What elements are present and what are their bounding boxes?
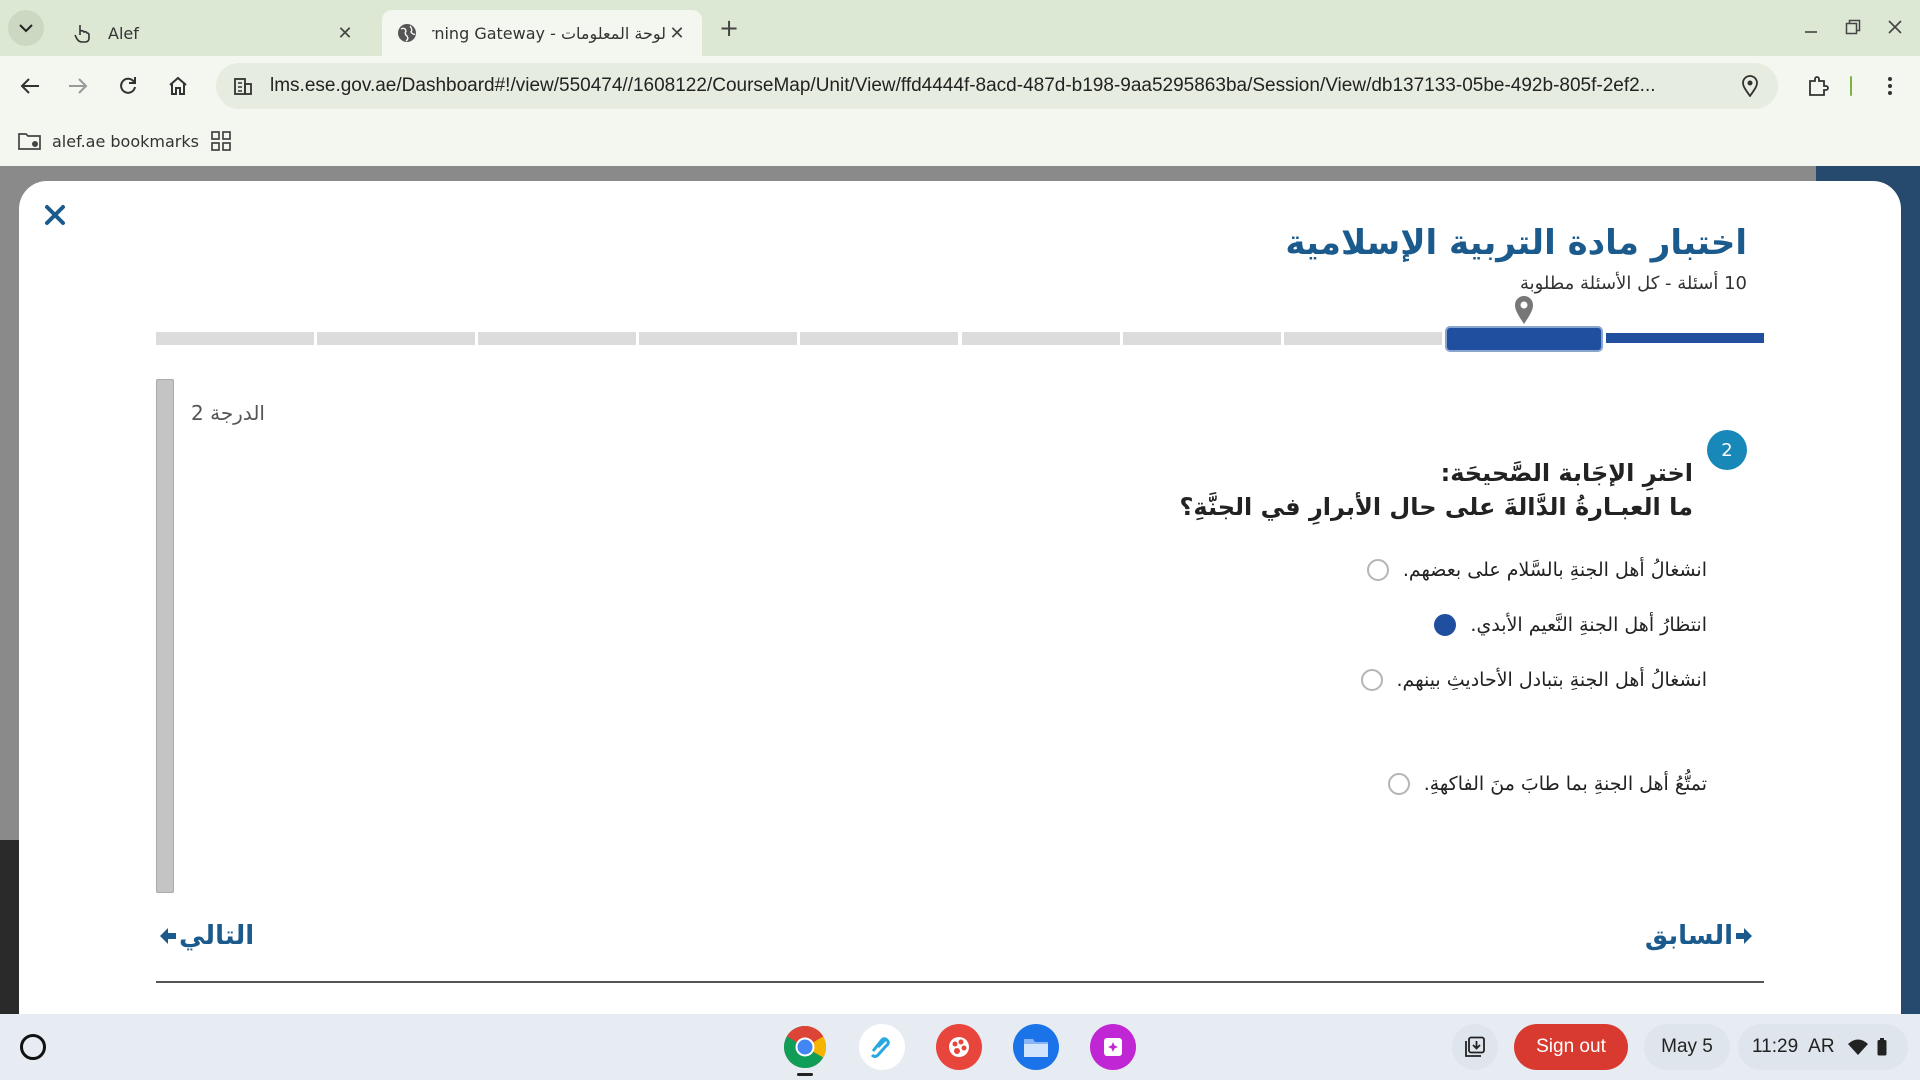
holding-space-icon[interactable] [1452,1024,1498,1070]
answer-option[interactable]: انشغالُ أهل الجنةِ بالسَّلام على بعضهم. [1353,553,1707,587]
score-label: الدرجة 2 [191,401,265,425]
more-vertical-icon [1888,77,1892,95]
progress-segment [639,332,798,345]
close-tab-icon[interactable]: ✕ [666,23,688,44]
date-tray[interactable]: May 5 [1644,1024,1730,1070]
next-button[interactable]: التالي [157,919,254,953]
radio-button[interactable] [1387,773,1410,795]
progress-segment [317,332,476,345]
bookmark-folder-label: alef.ae bookmarks [52,131,199,151]
backdrop-side-panel [0,840,20,1014]
restore-icon[interactable] [1836,12,1870,42]
system-shelf: Sign out May 5 11:29 AR [0,1014,1920,1080]
files-icon[interactable] [1013,1024,1059,1070]
browser-menu-button[interactable] [1872,68,1908,104]
tab-learning-gateway[interactable]: لوحة المعلومات - Learning Gateway ✕ [382,10,702,56]
home-button[interactable] [160,68,196,104]
progress-segment [961,332,1120,345]
question-number-badge: 2 [1707,430,1747,470]
puzzle-icon [1809,76,1829,96]
url-text: lms.ese.gov.ae/Dashboard#!/view/550474//… [270,75,1656,96]
arrow-left-icon [20,78,39,94]
arrow-right-icon [1733,925,1755,947]
score-panel [156,379,174,893]
divider [156,981,1764,983]
globe-icon [396,22,418,44]
next-label: التالي [179,921,255,951]
clock-label: 11:29 [1752,1036,1799,1057]
wifi-icon [1847,1039,1868,1055]
tab-alef[interactable]: Alef ✕ [58,10,370,56]
close-window-icon[interactable] [1878,12,1912,42]
answer-option[interactable]: تمتُّعُ أهل الجنةِ بما طابَ منَ الفاكهةِ… [1374,767,1707,801]
answer-option[interactable]: انتظارُ أهل الجنةِ النَّعيم الأبدي. [1420,608,1707,642]
minimize-icon[interactable] [1794,12,1828,42]
quiz-title: اختبار مادة التربية الإسلامية [1285,223,1747,263]
sign-out-button[interactable]: Sign out [1514,1024,1628,1070]
quiz-subtitle: 10 أسئلة - كل الأسئلة مطلوبة [1519,273,1747,294]
managed-folder-icon [18,131,42,151]
arrow-right-icon [69,78,88,94]
browser-toolbar: lms.ese.gov.ae/Dashboard#!/view/550474//… [0,56,1920,116]
location-pin-icon[interactable] [1738,74,1762,98]
question-instruction: اخترِ الإجَابة الصَّحيحَة: [1440,459,1693,487]
radio-button-selected[interactable] [1434,614,1457,636]
question-text: ما العبـارةُ الدَّالةَ على حال الأبرارِ … [1179,493,1693,521]
reload-button[interactable] [110,68,146,104]
reload-icon [120,77,136,94]
progress-segment [156,332,315,345]
current-position-pin-icon [1513,295,1535,325]
quiz-modal: اختبار مادة التربية الإسلامية 10 أسئلة -… [19,181,1901,1014]
radio-button[interactable] [1366,559,1389,581]
new-tab-button[interactable]: + [714,14,744,44]
link-app-icon[interactable] [859,1024,905,1070]
gallery-app-icon[interactable] [1090,1024,1136,1070]
answer-option[interactable]: انشغالُ أهل الجنةِ بتبادل الأحاديثِ بينه… [1347,663,1707,697]
hand-pointer-icon [72,22,94,44]
chevron-down-icon [19,24,33,33]
close-tab-icon[interactable]: ✕ [334,23,356,44]
question-progress-bar [156,296,1764,352]
answer-option-text: انشغالُ أهل الجنةِ بتبادل الأحاديثِ بينه… [1396,669,1707,691]
date-label: May 5 [1661,1036,1713,1057]
tab-title: لوحة المعلومات - Learning Gateway [432,23,666,43]
progress-segment-current [1444,326,1603,352]
tab-strip: Alef ✕ لوحة المعلومات - Learning Gateway… [0,0,1920,56]
answer-option-text: انشغالُ أهل الجنةِ بالسَّلام على بعضهم. [1402,559,1707,581]
tab-title: Alef [108,23,139,43]
previous-button[interactable]: السابق [1645,919,1755,953]
answer-option-text: انتظارُ أهل الجنةِ النَّعيم الأبدي. [1470,614,1707,636]
site-info-icon[interactable] [232,75,254,97]
progress-segment [1283,332,1442,345]
bookmark-folder[interactable]: alef.ae bookmarks [18,126,199,156]
canvas-app-icon[interactable] [936,1024,982,1070]
bookmarks-bar: alef.ae bookmarks [0,116,1920,166]
progress-segment-completed [1605,333,1764,343]
tab-search-button[interactable] [8,10,44,46]
battery-icon [1877,1038,1887,1056]
chrome-icon[interactable] [782,1024,828,1076]
arrow-left-icon [157,925,179,947]
launcher-icon[interactable] [20,1034,46,1060]
extensions-button[interactable] [1800,68,1836,104]
previous-label: السابق [1644,921,1733,951]
ime-label: AR [1808,1036,1835,1057]
radio-button[interactable] [1360,669,1383,691]
progress-segment [800,332,959,345]
progress-segment [478,332,637,345]
back-button[interactable] [12,68,48,104]
progress-segment [1122,332,1281,345]
forward-button[interactable] [60,68,96,104]
answer-option-text: تمتُّعُ أهل الجنةِ بما طابَ منَ الفاكهةِ… [1423,773,1707,795]
close-icon[interactable] [39,199,71,231]
apps-grid-icon[interactable] [208,128,234,154]
toolbar-separator [1850,76,1852,96]
home-icon [169,76,187,95]
address-bar[interactable]: lms.ese.gov.ae/Dashboard#!/view/550474//… [216,63,1778,109]
status-tray[interactable]: 11:29 AR [1738,1024,1908,1070]
